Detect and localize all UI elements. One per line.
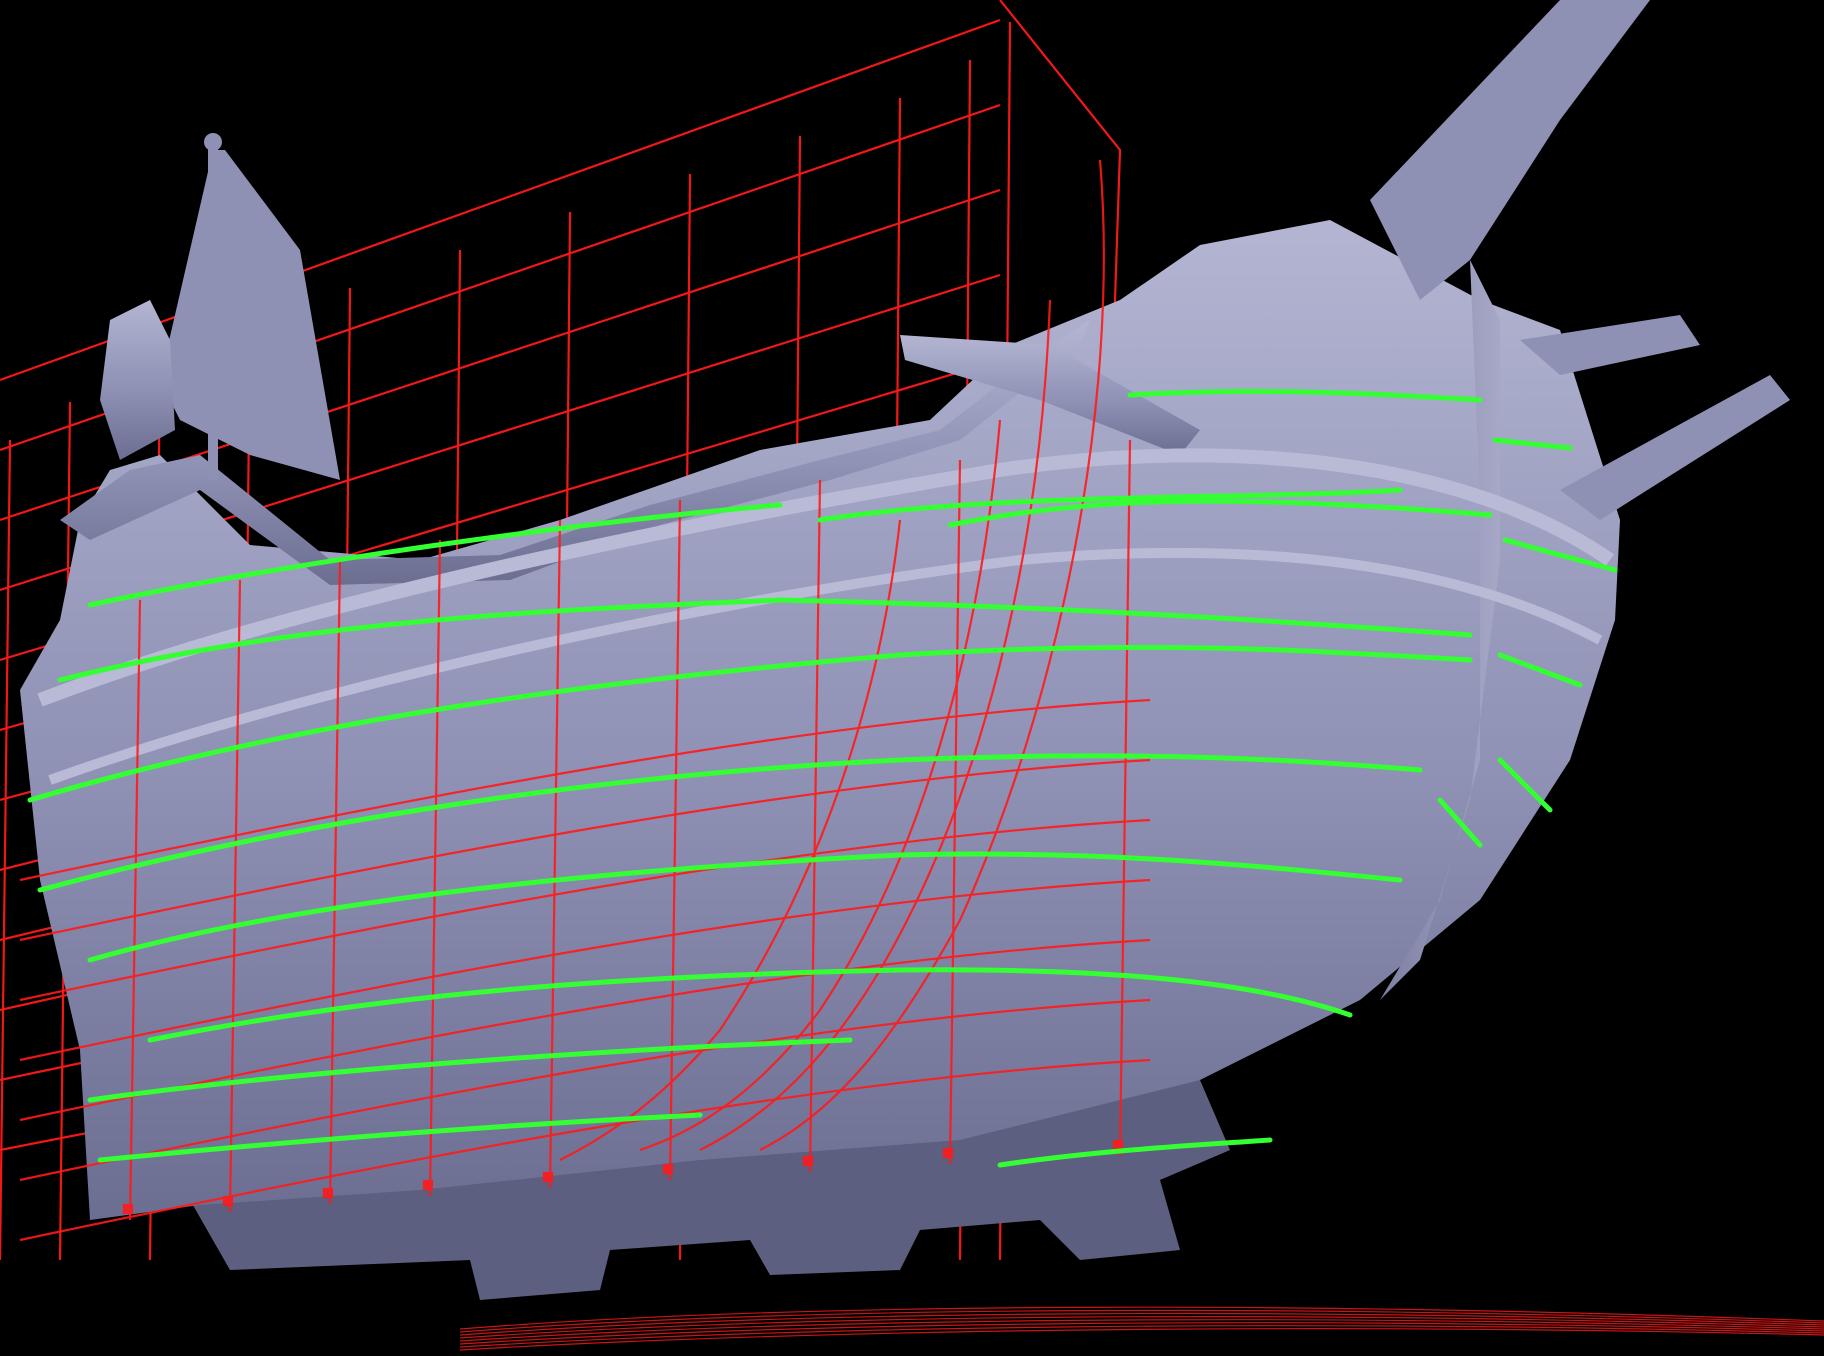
station-marker bbox=[662, 1163, 674, 1175]
scene-canvas bbox=[0, 0, 1824, 1356]
flag-pole-finial bbox=[204, 133, 222, 151]
station-marker bbox=[802, 1155, 814, 1167]
station-marker bbox=[1112, 1139, 1124, 1151]
flag-pole bbox=[208, 140, 218, 480]
station-marker bbox=[122, 1203, 134, 1215]
station-marker bbox=[942, 1147, 954, 1159]
station-marker bbox=[542, 1171, 554, 1183]
station-marker bbox=[422, 1179, 434, 1191]
station-marker bbox=[322, 1187, 334, 1199]
